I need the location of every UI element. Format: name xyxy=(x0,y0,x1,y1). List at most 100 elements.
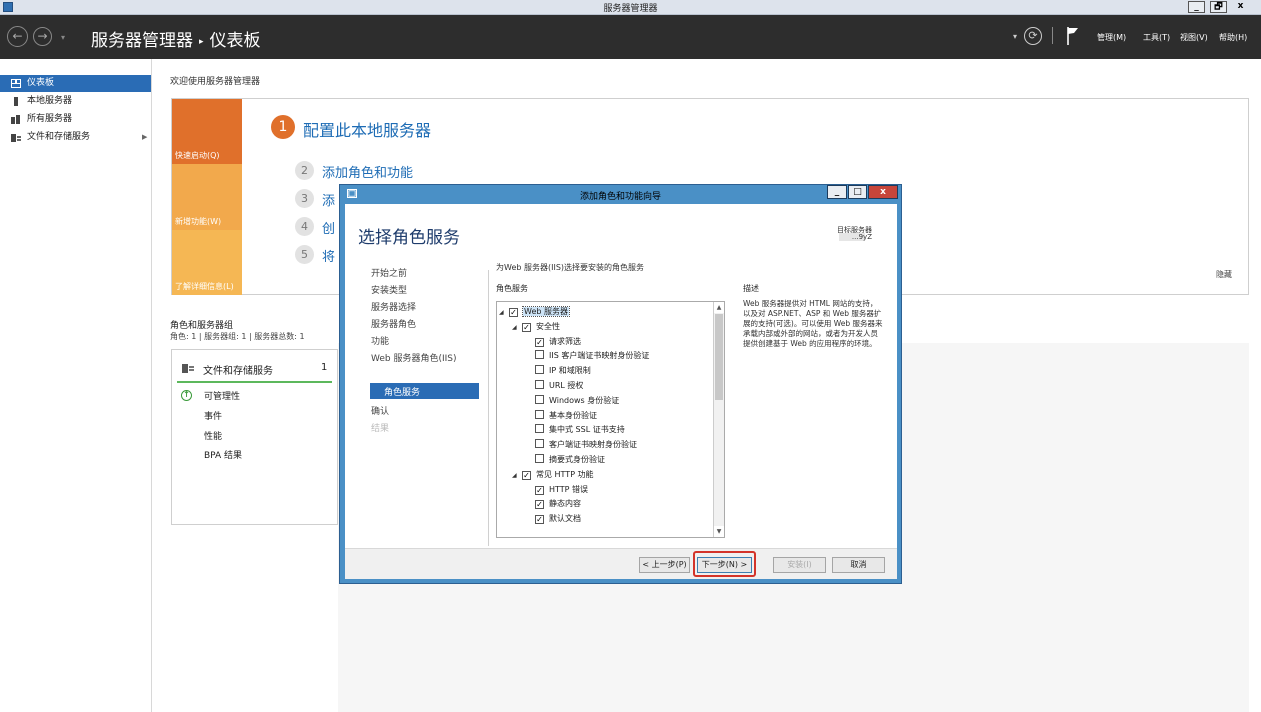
server-icon xyxy=(14,97,18,106)
breadcrumb: 服务器管理器 ▸ 仪表板 xyxy=(91,26,261,51)
minimize-button[interactable]: _ xyxy=(1188,1,1205,13)
wizard-page-heading: 选择角色服务 xyxy=(358,228,460,248)
tree-item[interactable]: ◢ ✓ Web 服务器 xyxy=(499,305,570,320)
tree-item[interactable]: 基本身份验证 xyxy=(525,409,597,423)
sidebar-item-dashboard[interactable]: 仪表板 xyxy=(0,75,151,92)
back-icon[interactable]: ← xyxy=(7,26,28,47)
wizard-minimize-button[interactable]: _ xyxy=(827,185,847,199)
refresh-dropdown-icon[interactable]: ▾ xyxy=(1013,32,1017,41)
cancel-button[interactable]: 取消 xyxy=(832,557,885,573)
history-dropdown-icon[interactable]: ▾ xyxy=(61,33,65,42)
wizard-maximize-button[interactable]: □ xyxy=(848,185,867,199)
tile-row-manageability[interactable]: 可管理性 xyxy=(204,389,240,402)
sidebar-item-all-servers[interactable]: 所有服务器 xyxy=(0,111,151,128)
scroll-thumb[interactable] xyxy=(715,314,723,400)
tree-item[interactable]: 客户端证书映射身份验证 xyxy=(525,438,637,452)
tree-item[interactable]: IIS 客户端证书映射身份验证 xyxy=(525,349,649,363)
tree-checkbox[interactable]: ✓ xyxy=(522,470,531,480)
tree-item-label: URL 授权 xyxy=(549,381,584,390)
tile-title: 文件和存储服务 xyxy=(203,366,273,377)
close-button[interactable]: x xyxy=(1232,1,1249,13)
forward-icon[interactable]: → xyxy=(33,27,52,46)
restore-button[interactable]: 🗗 xyxy=(1210,1,1227,13)
scroll-down-icon[interactable]: ▼ xyxy=(714,526,724,537)
tree-checkbox[interactable] xyxy=(535,350,544,360)
sidebar-item-file-storage[interactable]: 文件和存储服务 ▶ xyxy=(0,129,151,146)
tree-expander-icon[interactable]: ◢ xyxy=(499,306,509,320)
wizard-nav-installation-type[interactable]: 安装类型 xyxy=(371,283,407,296)
tree-checkbox[interactable]: ✓ xyxy=(509,308,518,317)
dashboard-icon xyxy=(11,79,21,88)
tree-checkbox[interactable] xyxy=(535,394,544,404)
tree-item[interactable]: Windows 身份验证 xyxy=(525,394,619,408)
refresh-icon[interactable]: ⟳ xyxy=(1024,27,1042,45)
welcome-heading: 欢迎使用服务器管理器 xyxy=(170,77,261,87)
tile-whats-new[interactable]: 新增功能(W) xyxy=(172,164,242,230)
step-add-roles-features[interactable]: 添加角色和功能 xyxy=(322,162,413,181)
window-title: 服务器管理器 xyxy=(603,4,658,14)
tree-item[interactable]: ✓ 默认文档 xyxy=(525,512,581,526)
tree-item[interactable]: ✓ 静态内容 xyxy=(525,497,581,511)
wizard-nav-role-services[interactable]: 角色服务 xyxy=(370,383,479,399)
tree-expander-icon[interactable]: ◢ xyxy=(512,321,522,335)
wizard-nav-server-selection[interactable]: 服务器选择 xyxy=(371,300,416,313)
sidebar-item-label: 所有服务器 xyxy=(27,114,73,124)
tree-scrollbar[interactable]: ▲ ▼ xyxy=(713,302,724,537)
scroll-up-icon[interactable]: ▲ xyxy=(714,302,724,313)
tree-checkbox[interactable] xyxy=(535,380,544,389)
notifications-flag-icon[interactable] xyxy=(1067,27,1079,45)
tree-item[interactable]: ✓ 请求筛选 xyxy=(525,335,581,349)
tree-checkbox[interactable] xyxy=(535,409,544,419)
tile-row-events[interactable]: 事件 xyxy=(204,409,222,422)
step-5-link[interactable]: 将 xyxy=(322,246,335,265)
wizard-nav-web-server-role[interactable]: Web 服务器角色(IIS) xyxy=(371,351,457,364)
tree-checkbox[interactable] xyxy=(535,424,544,434)
menu-view[interactable]: 视图(V) xyxy=(1180,32,1208,43)
tree-item[interactable]: ◢ ✓ 安全性 xyxy=(512,320,560,334)
tree-expander-icon[interactable]: ◢ xyxy=(512,469,522,483)
servers-icon xyxy=(11,115,20,124)
tile-learn-more[interactable]: 了解详细信息(L) xyxy=(172,230,242,295)
tree-item[interactable]: 摘要式身份验证 xyxy=(525,453,605,467)
tree-checkbox[interactable]: ✓ xyxy=(535,485,544,495)
tree-checkbox[interactable]: ✓ xyxy=(535,515,544,525)
hide-link[interactable]: 隐藏 xyxy=(1216,269,1232,280)
step-configure-local-server[interactable]: 配置此本地服务器 xyxy=(303,117,431,141)
tree-item[interactable]: 集中式 SSL 证书支持 xyxy=(525,423,625,437)
sidebar-item-label: 仪表板 xyxy=(27,78,55,88)
tile-quick-start[interactable]: 快速启动(Q) xyxy=(172,99,242,164)
step-4-link[interactable]: 创 xyxy=(322,218,335,237)
sidebar-item-local-server[interactable]: 本地服务器 xyxy=(0,93,151,110)
role-services-tree[interactable]: ◢ ✓ Web 服务器 ◢ ✓ 安全性 ✓ 请求筛选 IIS 客户端证书映射身份验证 IP 和域限… xyxy=(496,301,725,538)
menu-tools[interactable]: 工具(T) xyxy=(1143,32,1170,43)
tree-item[interactable]: URL 授权 xyxy=(525,379,583,393)
tree-item[interactable]: ✓ HTTP 错误 xyxy=(525,483,588,497)
wizard-nav-server-roles[interactable]: 服务器角色 xyxy=(371,317,416,330)
wizard-close-button[interactable]: x xyxy=(868,185,898,199)
tree-checkbox[interactable]: ✓ xyxy=(522,322,531,332)
step-3-number: 3 xyxy=(295,189,314,208)
tree-checkbox[interactable]: ✓ xyxy=(535,337,544,347)
expand-arrow-icon[interactable]: ▶ xyxy=(142,129,147,146)
tree-item[interactable]: ◢ ✓ 常见 HTTP 功能 xyxy=(512,468,594,482)
tree-checkbox[interactable] xyxy=(535,365,544,375)
menu-help[interactable]: 帮助(H) xyxy=(1219,32,1247,43)
wizard-nav-confirmation[interactable]: 确认 xyxy=(371,404,389,417)
breadcrumb-separator: ▸ xyxy=(199,37,204,47)
previous-button[interactable]: < 上一步(P) xyxy=(639,557,690,573)
wizard-nav-before-you-begin[interactable]: 开始之前 xyxy=(371,266,407,279)
step-3-link[interactable]: 添 xyxy=(322,190,335,209)
next-button[interactable]: 下一步(N) > xyxy=(697,557,752,573)
tree-checkbox[interactable] xyxy=(535,439,544,449)
breadcrumb-app[interactable]: 服务器管理器 xyxy=(91,31,193,51)
server-group-tile[interactable]: 文件和存储服务 1 ↑ 可管理性 事件 性能 BPA 结果 xyxy=(171,349,338,525)
tree-item[interactable]: IP 和域限制 xyxy=(525,364,591,378)
menu-manage[interactable]: 管理(M) xyxy=(1097,32,1126,43)
tree-checkbox[interactable] xyxy=(535,454,544,463)
tile-row-bpa[interactable]: BPA 结果 xyxy=(204,448,242,461)
tree-item-label: 请求筛选 xyxy=(549,336,581,346)
tile-row-performance[interactable]: 性能 xyxy=(204,429,222,442)
tree-checkbox[interactable]: ✓ xyxy=(535,500,544,510)
wizard-nav-features[interactable]: 功能 xyxy=(371,334,389,347)
target-server-value: ...9yZ xyxy=(851,233,872,241)
